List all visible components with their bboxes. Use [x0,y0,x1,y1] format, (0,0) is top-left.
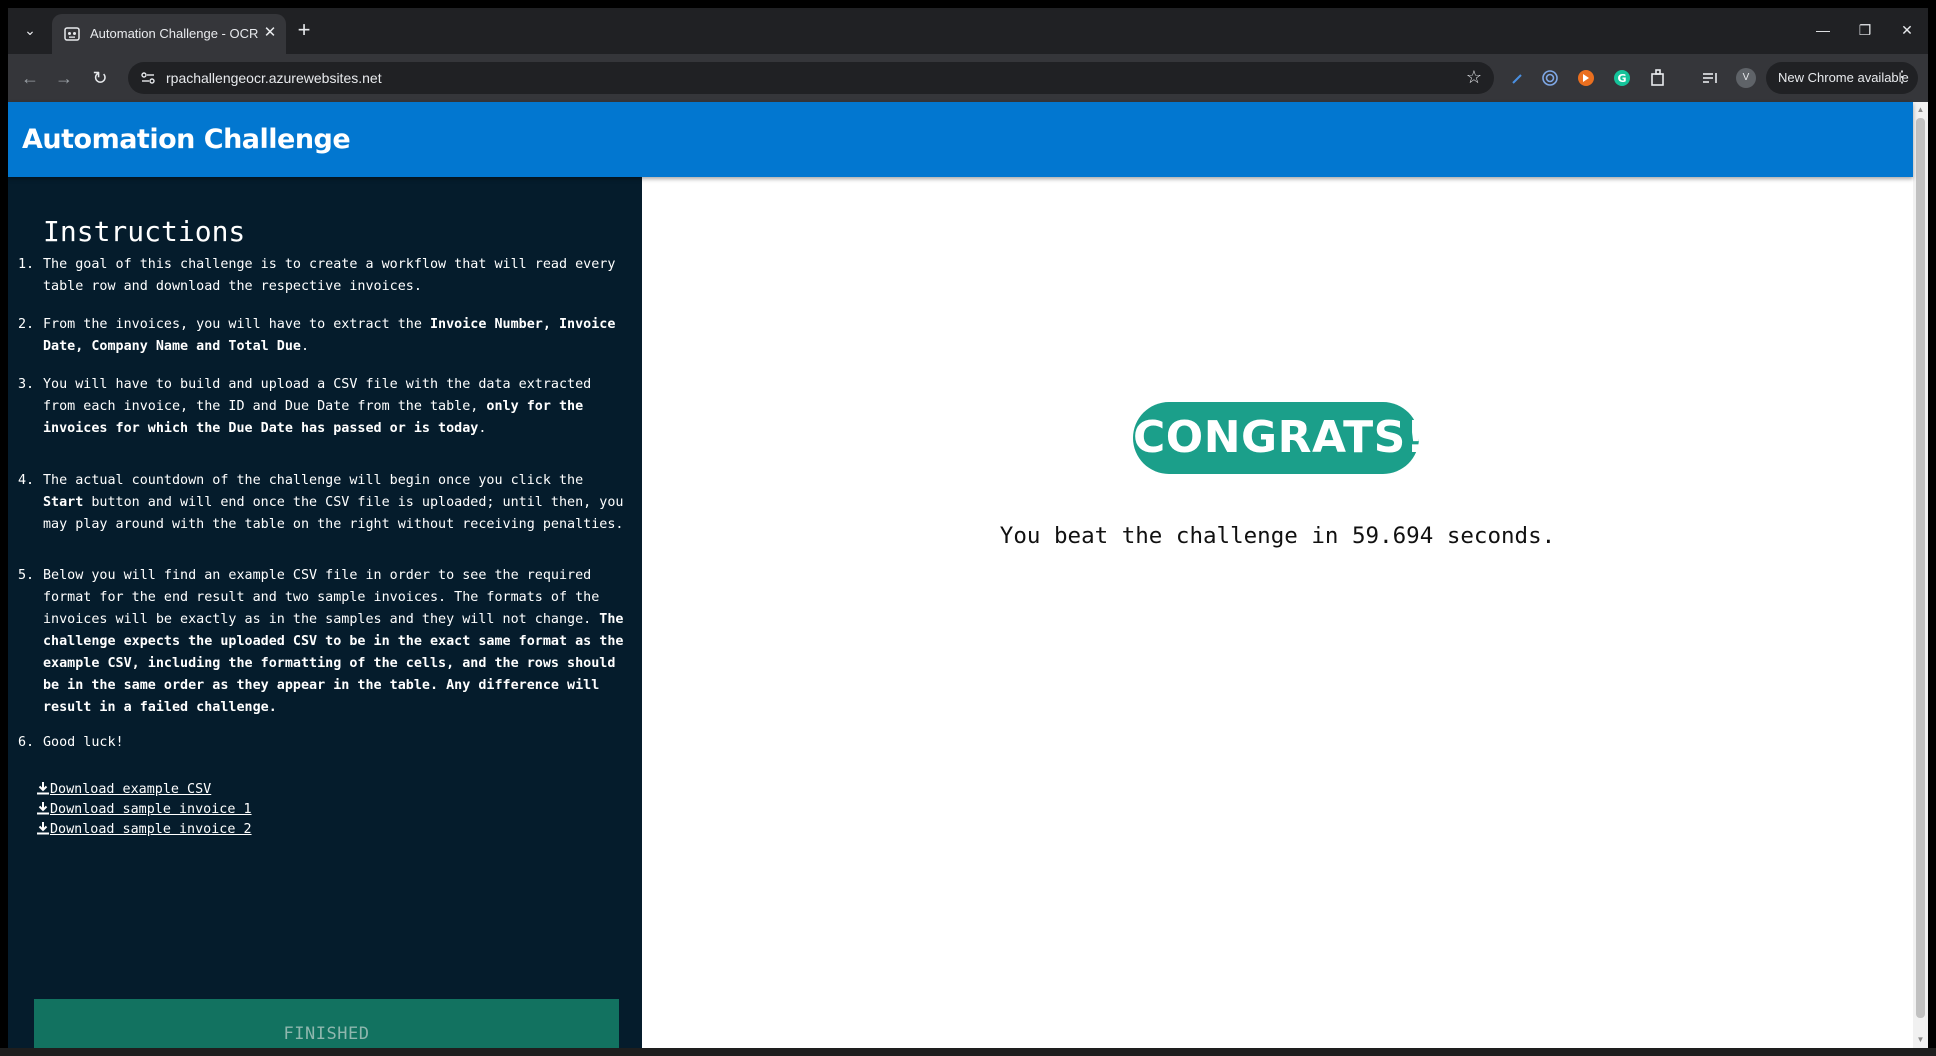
page-scrollbar[interactable]: ▲ ▼ [1913,102,1928,1048]
app-header: Automation Challenge [8,102,1913,177]
active-tab[interactable]: Automation Challenge - OCR ✕ [52,14,286,54]
close-tab-icon[interactable]: ✕ [260,23,280,43]
step-text: The goal of this challenge is to create … [43,257,616,294]
site-info-tune-icon[interactable] [140,70,156,86]
download-icon [37,822,49,835]
restore-icon[interactable]: ❐ [1850,18,1880,42]
step-number: 2. [18,317,35,332]
fingerprint-extension-icon[interactable] [1540,68,1560,88]
step-number: 5. [18,568,35,583]
download-label: Download sample invoice 2 [50,822,252,837]
step-text: From the invoices, you will have to extr… [43,317,616,354]
download-icon [37,782,49,795]
svg-text:G: G [1617,72,1626,85]
result-message: You beat the challenge in 59.694 seconds… [999,523,1556,549]
scrollbar-thumb[interactable] [1916,118,1925,1018]
download-example-csv-link[interactable]: Download example CSV [36,781,211,797]
instructions-panel: Instructions 1. The goal of this challen… [8,177,642,1048]
url-text: rpachallengeocr.azurewebsites.net [166,70,382,86]
taskbar-edge [0,1048,1936,1056]
congrats-badge: CONGRATS! [1133,402,1426,474]
orange-extension-icon[interactable] [1576,68,1596,88]
back-arrow-icon[interactable]: ← [18,66,42,90]
new-tab-plus-icon[interactable]: + [292,19,316,43]
web-page: Automation Challenge Instructions 1. The… [8,102,1928,1048]
bookmark-star-icon[interactable]: ☆ [1466,67,1482,88]
step-number: 1. [18,257,35,272]
instructions-title: Instructions [43,215,246,248]
tab-title: Automation Challenge - OCR [90,26,259,41]
download-label: Download sample invoice 1 [50,802,252,817]
chrome-update-label: New Chrome available [1778,70,1909,85]
download-sample-invoice-1-link[interactable]: Download sample invoice 1 [36,801,252,817]
screen: ⌄ Automation Challenge - OCR ✕ + — ❐ ✕ ←… [0,0,1936,1056]
forward-arrow-icon[interactable]: → [52,66,76,90]
chrome-update-button[interactable]: New Chrome available ⋮ [1766,62,1918,94]
reading-list-icon[interactable] [1700,68,1720,88]
scroll-up-arrow-icon[interactable]: ▲ [1916,105,1925,114]
app-title: Automation Challenge [22,124,351,155]
menu-kebab-icon[interactable]: ⋮ [1894,62,1910,94]
browser-toolbar: ← → ↻ rpachallengeocr.azurewebsites.net … [8,54,1928,102]
result-area: CONGRATS! You beat the challenge in 59.6… [642,177,1913,1048]
close-window-icon[interactable]: ✕ [1892,18,1922,42]
grammarly-icon[interactable]: G [1612,68,1632,88]
pen-extension-icon[interactable] [1508,68,1528,88]
browser-window: ⌄ Automation Challenge - OCR ✕ + — ❐ ✕ ←… [8,8,1928,1048]
address-bar[interactable]: rpachallengeocr.azurewebsites.net ☆ [128,62,1494,94]
step-number: 4. [18,473,35,488]
reload-icon[interactable]: ↻ [88,66,112,90]
minimize-icon[interactable]: — [1808,18,1838,42]
robot-favicon-icon [64,27,80,41]
scroll-down-arrow-icon[interactable]: ▼ [1916,1035,1925,1044]
finished-button[interactable]: FINISHED [34,999,619,1048]
step-text: Good luck! [43,735,124,750]
step-text: The actual countdown of the challenge wi… [43,473,624,532]
step-number: 3. [18,377,35,392]
extensions-puzzle-icon[interactable] [1648,68,1668,88]
step-text: You will have to build and upload a CSV … [43,377,592,436]
download-icon [37,802,49,815]
download-label: Download example CSV [50,782,212,797]
download-sample-invoice-2-link[interactable]: Download sample invoice 2 [36,821,252,837]
tab-search-chevron-icon[interactable]: ⌄ [18,18,42,42]
tab-strip: ⌄ Automation Challenge - OCR ✕ + — ❐ ✕ [8,8,1928,54]
step-text: Below you will find an example CSV file … [43,568,624,715]
profile-avatar[interactable]: V [1736,68,1756,88]
step-number: 6. [18,735,35,750]
